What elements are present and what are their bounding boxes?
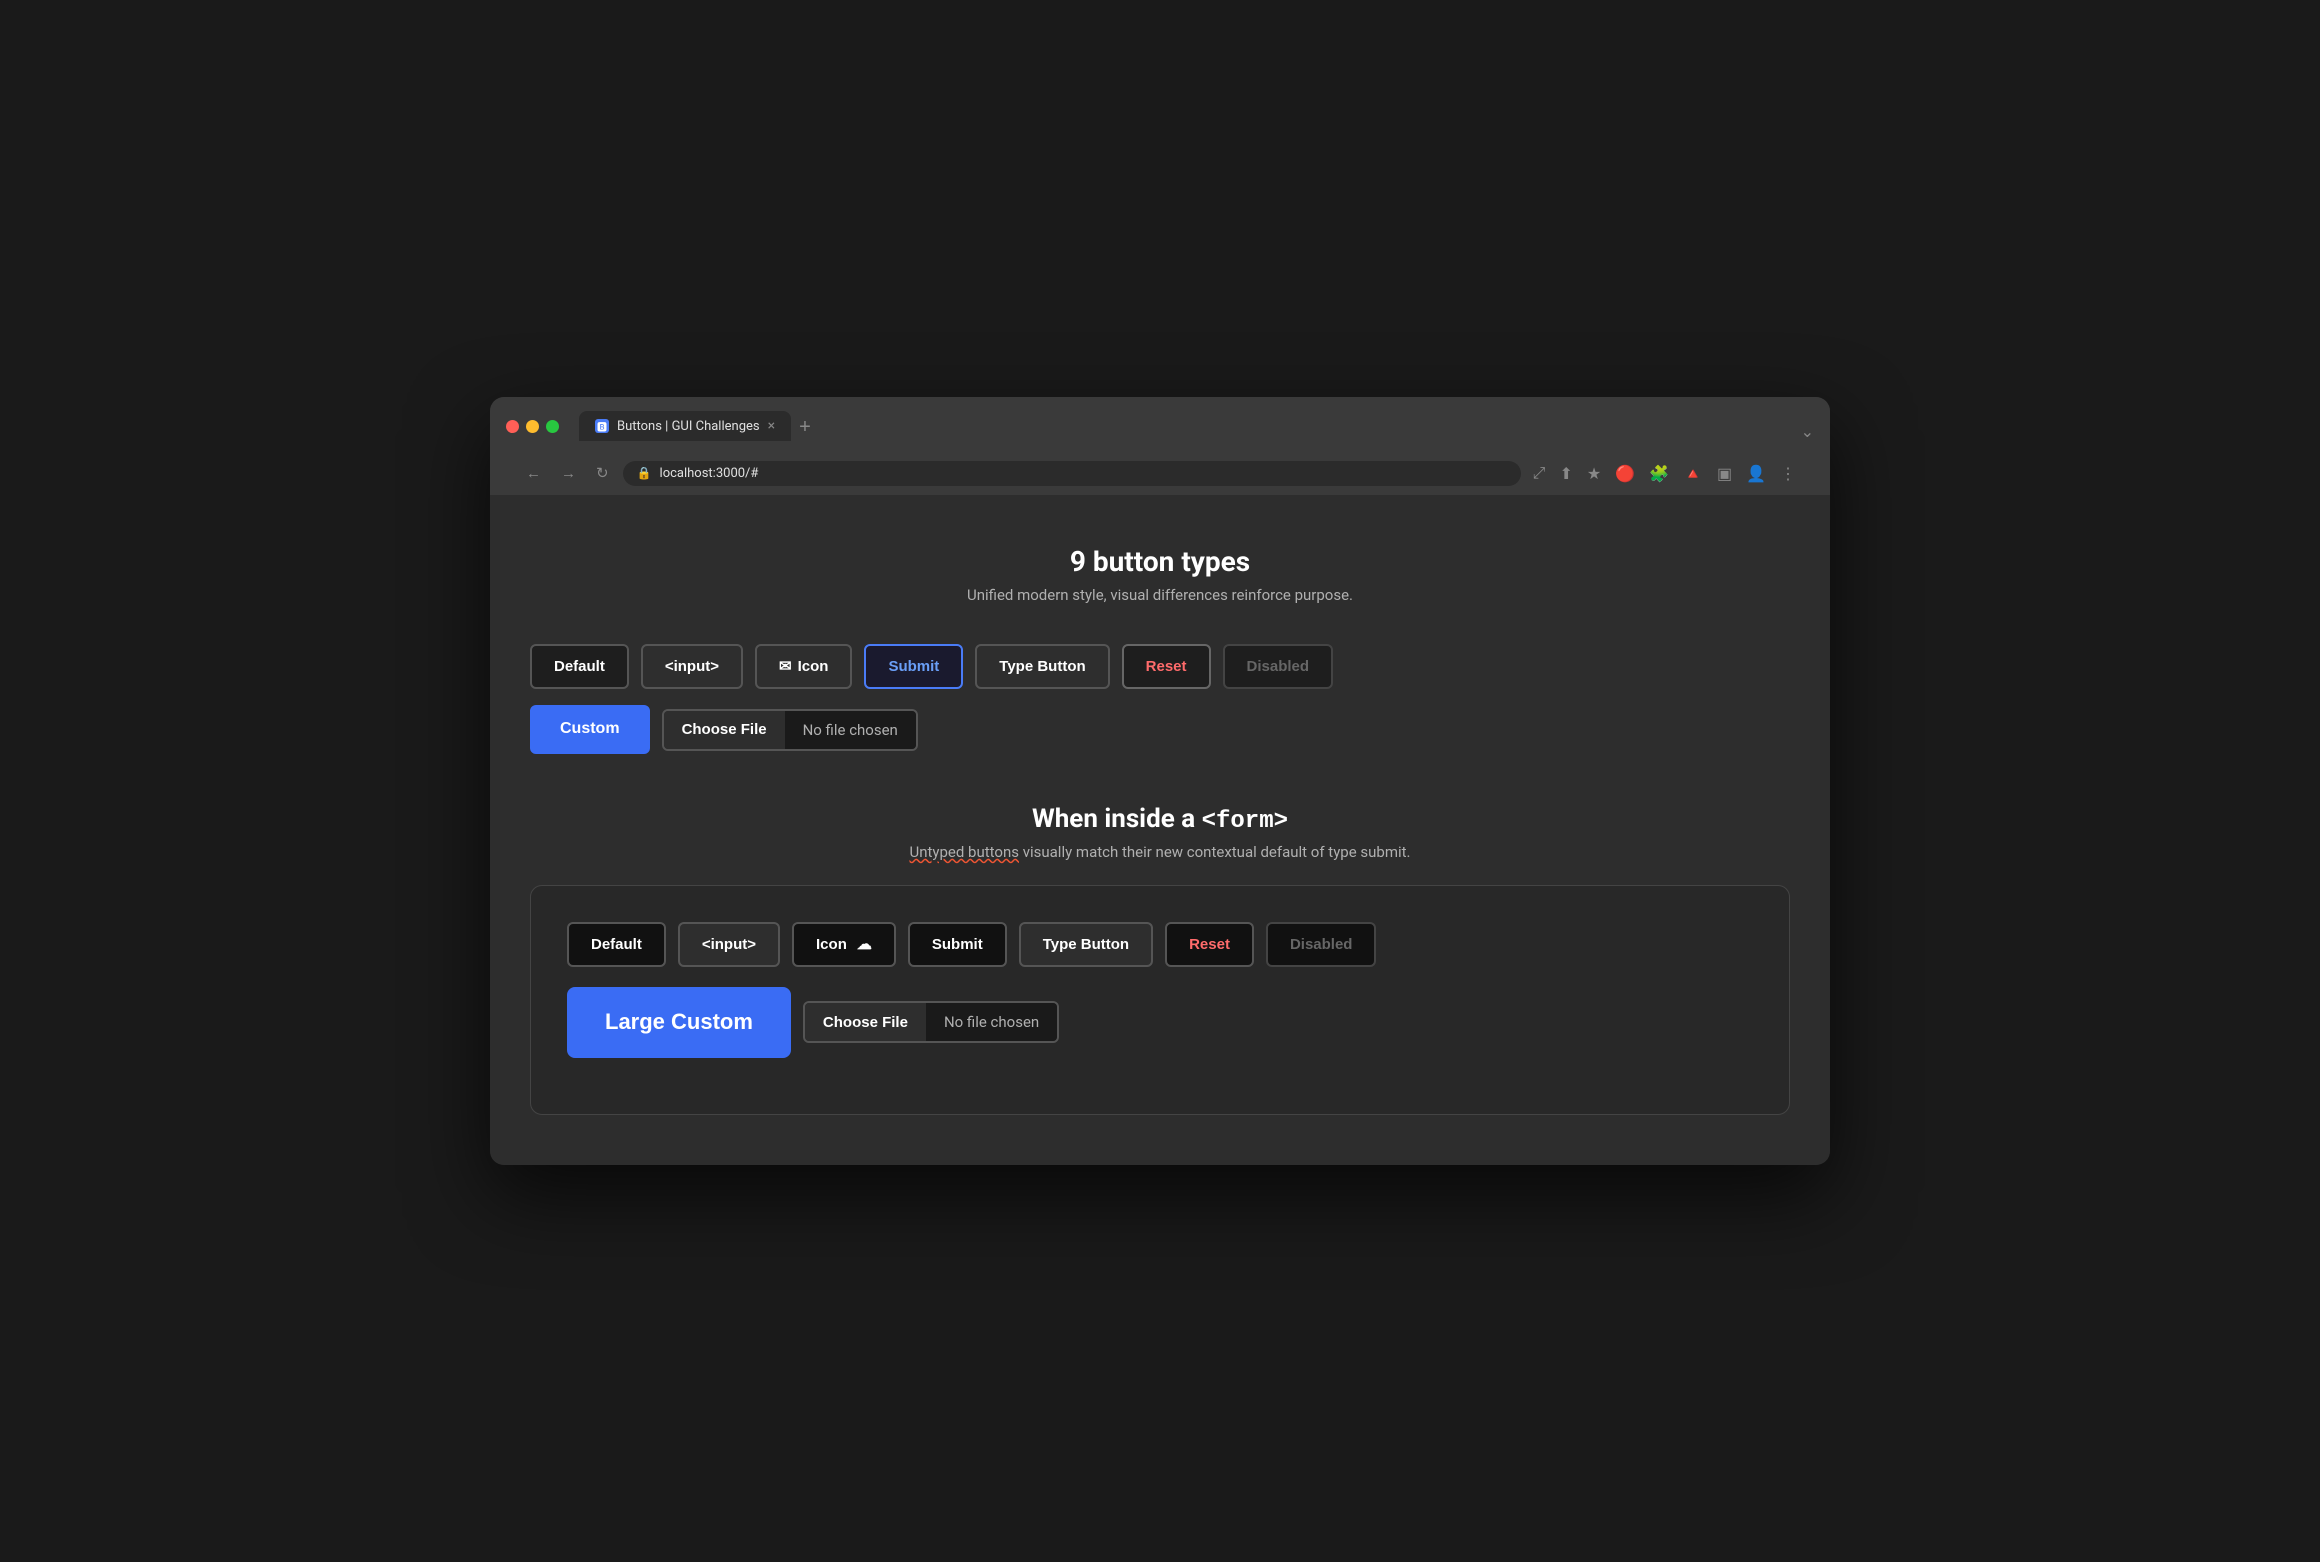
page-heading: 9 button types Unified modern style, vis… [530, 545, 1790, 604]
untyped-buttons-label: Untyped buttons [909, 843, 1019, 861]
tab-favicon: 🅱 [595, 419, 609, 433]
reload-button[interactable]: ↻ [590, 460, 615, 486]
bookmark-icon[interactable]: ★ [1583, 460, 1605, 487]
more-menu-icon[interactable]: ⋮ [1776, 460, 1800, 487]
form-choose-file-button[interactable]: Choose File [805, 1003, 926, 1041]
tab-menu-icon[interactable]: ⌄ [1801, 422, 1814, 441]
choose-file-button[interactable]: Choose File [664, 711, 785, 749]
tab-title: Buttons | GUI Challenges [617, 419, 760, 434]
extensions-icon[interactable]: 🔴 [1611, 460, 1639, 487]
no-file-chosen-label: No file chosen [785, 711, 916, 749]
form-file-input-wrapper[interactable]: Choose File No file chosen [803, 1001, 1059, 1043]
tab-close-button[interactable]: × [768, 418, 775, 434]
browser-toolbar: ← → ↻ 🔒 localhost:3000/# ⤢ ⬆ ★ 🔴 🧩 🔺 ▣ 👤… [506, 451, 1814, 495]
default-button[interactable]: Default [530, 644, 629, 689]
form-reset-button[interactable]: Reset [1165, 922, 1254, 967]
form-submit-button[interactable]: Submit [908, 922, 1007, 967]
form-input-button[interactable]: <input> [678, 922, 780, 967]
form-container: Default <input> Icon ☁ Submit Type Butto… [530, 885, 1790, 1115]
form-large-custom-button[interactable]: Large Custom [567, 987, 791, 1058]
form-heading: When inside a <form> Untyped buttons vis… [530, 804, 1790, 861]
browser-titlebar: 🅱 Buttons | GUI Challenges × + ⌄ ← → ↻ 🔒… [490, 397, 1830, 495]
address-bar[interactable]: 🔒 localhost:3000/# [623, 461, 1521, 486]
form-button-row-2: Large Custom Choose File No file chosen [567, 987, 1753, 1058]
puzzle-icon[interactable]: 🧩 [1645, 460, 1673, 487]
button-row-1: Default <input> ✉ Icon Submit Type Butto… [530, 644, 1790, 689]
input-button[interactable]: <input> [641, 644, 743, 689]
close-traffic-light[interactable] [506, 420, 519, 433]
icon-button[interactable]: ✉ Icon [755, 644, 852, 689]
form-section-wrapper: When inside a <form> Untyped buttons vis… [530, 804, 1790, 1115]
form-default-button[interactable]: Default [567, 922, 666, 967]
type-button-button[interactable]: Type Button [975, 644, 1109, 689]
toolbar-icons: ⤢ ⬆ ★ 🔴 🧩 🔺 ▣ 👤 ⋮ [1529, 459, 1800, 487]
new-tab-button[interactable]: + [791, 413, 819, 441]
form-type-button[interactable]: Type Button [1019, 922, 1153, 967]
disabled-button: Disabled [1223, 644, 1334, 689]
form-icon-button[interactable]: Icon ☁ [792, 922, 896, 967]
form-section-subtitle: Untyped buttons visually match their new… [530, 843, 1790, 861]
page-content: 9 button types Unified modern style, vis… [490, 495, 1830, 1164]
active-tab[interactable]: 🅱 Buttons | GUI Challenges × [579, 411, 791, 441]
page-subtitle: Unified modern style, visual differences… [530, 586, 1790, 604]
tab-bar: 🅱 Buttons | GUI Challenges × + ⌄ [579, 411, 1814, 441]
submit-button[interactable]: Submit [864, 644, 963, 689]
browser-window: 🅱 Buttons | GUI Challenges × + ⌄ ← → ↻ 🔒… [490, 397, 1830, 1164]
cloud-icon: ☁ [857, 934, 872, 955]
url-text: localhost:3000/# [660, 466, 759, 481]
form-section-title: When inside a <form> [530, 804, 1790, 835]
back-button[interactable]: ← [520, 461, 547, 486]
forward-button[interactable]: → [555, 461, 582, 486]
avatar-icon[interactable]: 👤 [1742, 460, 1770, 487]
reset-button[interactable]: Reset [1122, 644, 1211, 689]
page-title: 9 button types [530, 545, 1790, 578]
file-input-wrapper[interactable]: Choose File No file chosen [662, 709, 918, 751]
button-section-1: Default <input> ✉ Icon Submit Type Butto… [530, 644, 1790, 753]
button-row-2: Custom Choose File No file chosen [530, 705, 1790, 753]
custom-button[interactable]: Custom [530, 705, 650, 753]
form-disabled-button: Disabled [1266, 922, 1377, 967]
external-link-icon[interactable]: ⤢ [1529, 459, 1550, 487]
sidebar-icon[interactable]: ▣ [1713, 460, 1736, 487]
traffic-lights [506, 420, 559, 433]
lock-icon: 🔒 [637, 466, 652, 480]
form-button-row-1: Default <input> Icon ☁ Submit Type Butto… [567, 922, 1753, 967]
profile-icon[interactable]: 🔺 [1679, 460, 1707, 487]
form-no-file-chosen-label: No file chosen [926, 1003, 1057, 1041]
maximize-traffic-light[interactable] [546, 420, 559, 433]
envelope-icon: ✉ [779, 656, 792, 677]
minimize-traffic-light[interactable] [526, 420, 539, 433]
share-icon[interactable]: ⬆ [1555, 460, 1576, 487]
